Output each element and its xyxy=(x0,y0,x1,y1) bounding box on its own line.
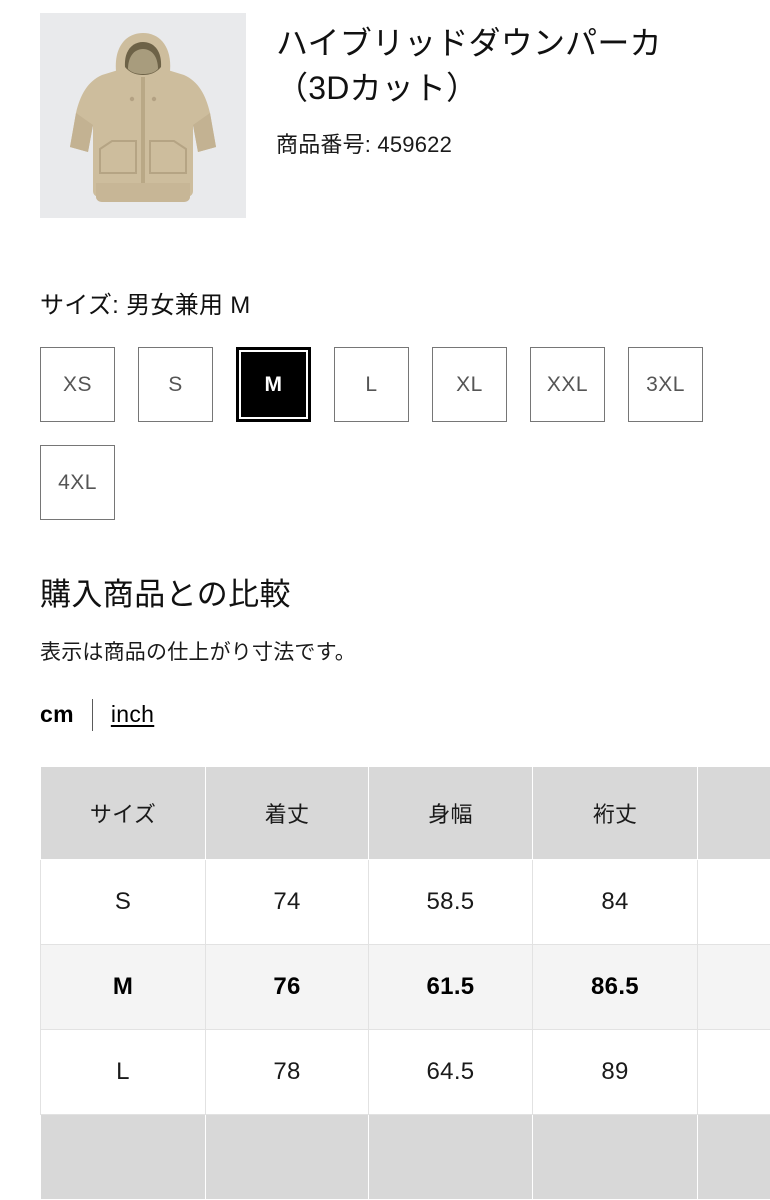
size-option-4xl[interactable]: 4XL xyxy=(40,445,115,521)
selected-size-label: サイズ: 男女兼用 M xyxy=(40,292,251,319)
size-option-xxl[interactable]: XXL xyxy=(530,347,605,423)
unit-option-cm[interactable]: cm xyxy=(40,701,74,728)
table-header: サイズ 着丈 身幅 裄丈 xyxy=(40,765,770,860)
cell-partial xyxy=(205,1113,369,1200)
column-header-sleeve: 裄丈 xyxy=(532,765,698,860)
cell-partial xyxy=(697,1113,770,1200)
table-row[interactable]: S 74 58.5 84 xyxy=(40,858,770,945)
product-code: 商品番号: 459622 xyxy=(276,131,453,157)
column-header-extra xyxy=(697,765,770,860)
cell-length: 76 xyxy=(205,943,369,1030)
cell-partial xyxy=(368,1113,533,1200)
cell-extra xyxy=(697,858,770,945)
size-option-xl[interactable]: XL xyxy=(432,347,507,423)
product-image[interactable] xyxy=(40,13,246,218)
comparison-section: 購入商品との比較 表示は商品の仕上がり寸法です。 cm inch xyxy=(0,575,770,732)
size-selection-section: サイズ: 男女兼用 M XS S M L XL XXL 3XL 4XL xyxy=(0,290,770,543)
cell-length: 78 xyxy=(205,1028,369,1115)
unit-toggle: cm inch xyxy=(40,698,770,732)
cell-sleeve: 84 xyxy=(532,858,698,945)
cell-extra xyxy=(697,943,770,1030)
product-header: ハイブリッドダウンパーカ（3Dカット） 商品番号: 459622 xyxy=(0,0,770,218)
size-option-xs[interactable]: XS xyxy=(40,347,115,423)
size-option-s[interactable]: S xyxy=(138,347,213,423)
unit-option-inch[interactable]: inch xyxy=(111,701,154,728)
cell-size: S xyxy=(40,858,206,945)
measurement-table: サイズ 着丈 身幅 裄丈 S 74 58.5 84 M 76 61.5 86.5… xyxy=(40,765,770,1200)
table-row[interactable]: M 76 61.5 86.5 xyxy=(40,943,770,1030)
cell-width: 61.5 xyxy=(368,943,533,1030)
cell-length: 74 xyxy=(205,858,369,945)
cell-sleeve: 89 xyxy=(532,1028,698,1115)
column-header-length: 着丈 xyxy=(205,765,369,860)
cell-extra xyxy=(697,1028,770,1115)
cell-width: 64.5 xyxy=(368,1028,533,1115)
measurement-table-container[interactable]: サイズ 着丈 身幅 裄丈 S 74 58.5 84 M 76 61.5 86.5… xyxy=(40,765,770,1200)
size-option-m[interactable]: M xyxy=(236,347,311,423)
size-option-l[interactable]: L xyxy=(334,347,409,423)
cell-size: L xyxy=(40,1028,206,1115)
cell-size: M xyxy=(40,943,206,1030)
unit-divider xyxy=(91,698,93,731)
comparison-note: 表示は商品の仕上がり寸法です。 xyxy=(40,641,356,665)
size-option-3xl[interactable]: 3XL xyxy=(628,347,703,423)
column-header-size: サイズ xyxy=(40,765,206,860)
cell-partial xyxy=(532,1113,698,1200)
cell-sleeve: 86.5 xyxy=(532,943,698,1030)
product-info: ハイブリッドダウンパーカ（3Dカット） 商品番号: 459622 xyxy=(276,13,696,161)
cell-partial xyxy=(40,1113,206,1200)
table-row[interactable]: L 78 64.5 89 xyxy=(40,1028,770,1115)
cell-width: 58.5 xyxy=(368,858,533,945)
down-parka-illustration xyxy=(40,13,246,218)
table-header-row: サイズ 着丈 身幅 裄丈 xyxy=(40,765,770,860)
table-row-partial xyxy=(40,1113,770,1200)
page-title: ハイブリッドダウンパーカ（3Dカット） xyxy=(276,25,662,107)
column-header-width: 身幅 xyxy=(368,765,533,860)
comparison-heading: 購入商品との比較 xyxy=(40,577,291,613)
size-chart-page: ハイブリッドダウンパーカ（3Dカット） 商品番号: 459622 サイズ: 男女… xyxy=(0,0,770,1200)
table-body: S 74 58.5 84 M 76 61.5 86.5 L 78 64.5 89 xyxy=(40,858,770,1200)
size-option-grid: XS S M L XL XXL 3XL 4XL xyxy=(40,347,740,543)
